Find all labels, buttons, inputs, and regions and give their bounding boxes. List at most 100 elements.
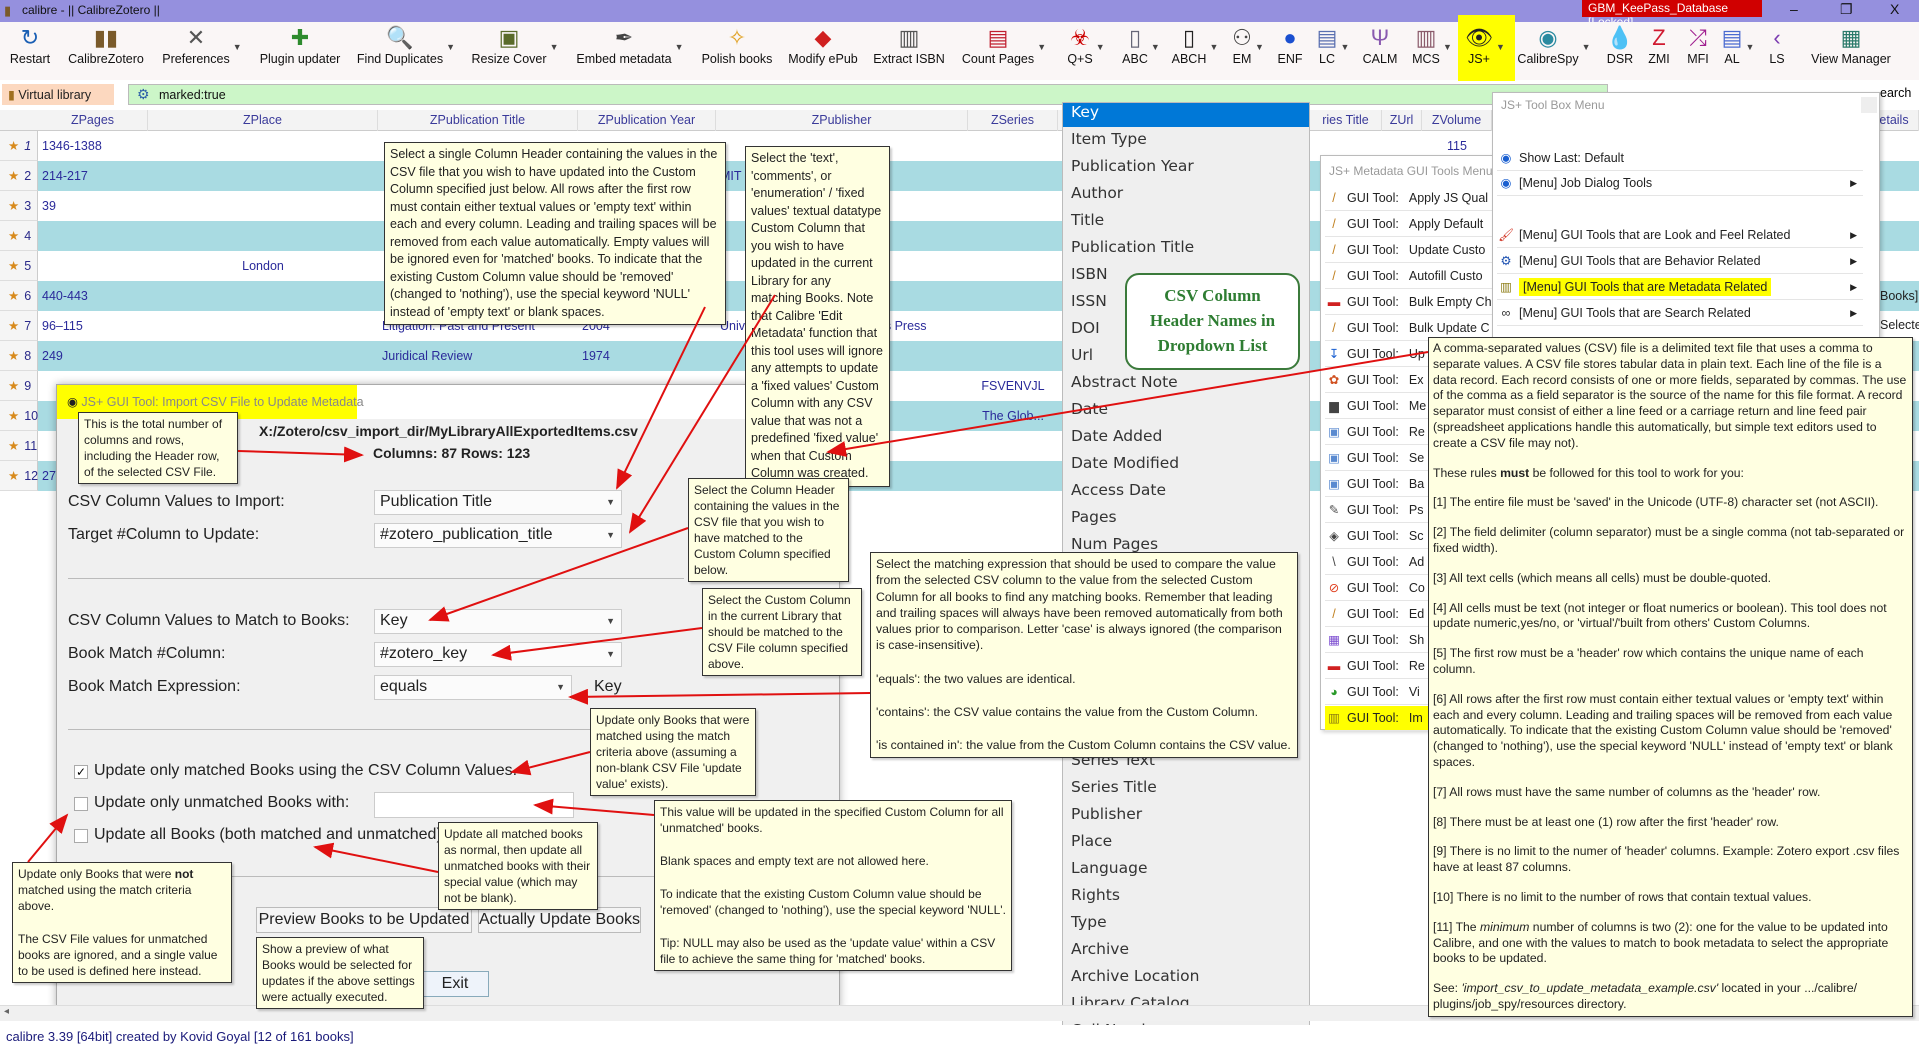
match-expression-select[interactable]: equals ▼ — [374, 675, 572, 700]
chevron-down-icon[interactable]: ▼ — [1151, 42, 1160, 52]
chevron-down-icon[interactable]: ▼ — [1496, 42, 1505, 52]
close-button[interactable]: X — [1890, 1, 1899, 17]
dropdown-option[interactable]: Archive — [1071, 940, 1129, 958]
matched-checkbox[interactable]: ✓ — [74, 765, 88, 779]
toolbox-menu-item[interactable]: 🖌 [Menu] GUI Tools that are Look and Feel… — [1497, 223, 1863, 248]
toolbar-button-al[interactable]: ▤ AL ▼ — [1722, 22, 1755, 80]
preview-button[interactable]: Preview Books to be Updated — [256, 907, 472, 933]
toolbar-button-mcs[interactable]: ▥ MCS ▼ — [1412, 22, 1452, 80]
chevron-down-icon[interactable]: ▼ — [675, 42, 684, 52]
menu-item-gui-tool[interactable]: / GUI Tool: Apply JS Qual — [1325, 186, 1497, 211]
chevron-down-icon[interactable]: ▼ — [550, 42, 559, 52]
dropdown-option[interactable]: Abstract Note — [1071, 373, 1178, 391]
toolbar-button-lc[interactable]: ▤ LC ▼ — [1317, 22, 1350, 80]
toolbar-button-extract-isbn[interactable]: ▥ Extract ISBN — [873, 22, 945, 80]
menu-item-gui-tool[interactable]: ▬ GUI Tool: Bulk Empty Ch — [1325, 290, 1497, 315]
dropdown-option[interactable]: ISSN — [1071, 292, 1107, 310]
csv-import-select[interactable]: Publication Title ▼ — [374, 490, 622, 515]
column-header[interactable]: ries Title — [1310, 110, 1382, 131]
virtual-library-button[interactable]: ▮ Virtual library — [2, 84, 114, 105]
dropdown-option[interactable]: Pages — [1071, 508, 1117, 526]
dropdown-option[interactable]: Type — [1071, 913, 1107, 931]
toolbar-button-abc[interactable]: ▯ ABC ▼ — [1122, 22, 1160, 80]
toolbox-menu-item[interactable]: ▥ [Menu] GUI Tools that are Metadata Rela… — [1497, 275, 1863, 300]
column-header[interactable]: ZVolume — [1422, 110, 1492, 131]
dropdown-option[interactable]: Language — [1071, 859, 1148, 877]
chevron-down-icon[interactable]: ▼ — [1096, 42, 1105, 52]
match-column-select[interactable]: #zotero_key ▼ — [374, 642, 622, 667]
chevron-down-icon[interactable]: ▼ — [233, 42, 242, 52]
chevron-down-icon[interactable]: ▼ — [1255, 42, 1264, 52]
toolbar-button-embed-metadata[interactable]: ✒ Embed metadata ▼ — [576, 22, 683, 80]
scroll-left-icon[interactable]: ◂ — [4, 1006, 9, 1017]
match-csv-select[interactable]: Key ▼ — [374, 609, 622, 634]
menu-item-gui-tool[interactable]: / GUI Tool: Autofill Custo — [1325, 264, 1497, 289]
toolbar-button-dsr[interactable]: 💧 DSR — [1606, 22, 1633, 80]
column-header[interactable]: ZPages — [38, 110, 148, 131]
update-button[interactable]: Actually Update Books — [478, 907, 641, 933]
toolbar-button-ls[interactable]: ‹ LS — [1769, 22, 1784, 80]
column-header[interactable]: ZPublication Year — [578, 110, 716, 131]
toolbar-button-polish-books[interactable]: ✧ Polish books — [702, 22, 773, 80]
toolbar-button-calibrespy[interactable]: ◉ CalibreSpy ▼ — [1517, 22, 1590, 80]
toolbar-button-enf[interactable]: ● ENF — [1278, 22, 1303, 80]
column-header[interactable]: ZPlace — [148, 110, 378, 131]
chevron-down-icon[interactable]: ▼ — [446, 42, 455, 52]
chevron-down-icon[interactable]: ▼ — [1443, 42, 1452, 52]
toolbox-menu-item[interactable]: ⚙ [Menu] GUI Tools that are Behavior Rela… — [1497, 249, 1863, 274]
menu-item-gui-tool[interactable]: / GUI Tool: Update Custo — [1325, 238, 1497, 263]
toolbar-button-q-s[interactable]: ☣ Q+S ▼ — [1067, 22, 1104, 80]
minimize-button[interactable]: – — [1790, 1, 1798, 17]
toolbar-button-mfi[interactable]: ⤮ MFI — [1687, 22, 1709, 80]
toolbar-button-find-duplicates[interactable]: 🔍 Find Duplicates ▼ — [357, 22, 455, 80]
dropdown-option[interactable]: Publisher — [1071, 805, 1142, 823]
column-header[interactable]: ZPublication Title — [378, 110, 578, 131]
dropdown-option[interactable]: Publication Year — [1071, 157, 1194, 175]
column-header[interactable]: ZUrl — [1382, 110, 1422, 131]
dropdown-option[interactable]: Url — [1071, 346, 1093, 364]
dropdown-option[interactable]: Num Pages — [1071, 535, 1158, 553]
menu-close-button[interactable] — [1861, 97, 1877, 113]
search-button-partial[interactable]: earch — [1880, 86, 1911, 100]
all-books-checkbox[interactable] — [74, 829, 88, 843]
dropdown-option[interactable]: Author — [1071, 184, 1123, 202]
dropdown-option[interactable]: Place — [1071, 832, 1112, 850]
toolbox-menu-item[interactable]: ∞ [Menu] GUI Tools that are Search Relate… — [1497, 301, 1863, 326]
dropdown-option[interactable]: DOI — [1071, 319, 1100, 337]
chevron-down-icon[interactable]: ▼ — [1037, 42, 1046, 52]
target-column-select[interactable]: #zotero_publication_title ▼ — [374, 523, 622, 548]
toolbar-button-calm[interactable]: Ψ CALM — [1363, 22, 1398, 80]
toolbar-button-zmi[interactable]: Z ZMI — [1648, 22, 1670, 80]
dropdown-option[interactable]: Publication Title — [1071, 238, 1194, 256]
toolbar-button-modify-epub[interactable]: ◆ Modify ePub — [788, 22, 857, 80]
toolbox-menu-item[interactable]: ◉ [Menu] Job Dialog Tools ▶ — [1497, 171, 1863, 196]
maximize-button[interactable]: ❐ — [1840, 1, 1853, 18]
toolbar-button-resize-cover[interactable]: ▣ Resize Cover ▼ — [471, 22, 558, 80]
dropdown-option[interactable]: Archive Location — [1071, 967, 1199, 985]
toolbar-button-calibrezotero[interactable]: ▮▮ CalibreZotero — [68, 22, 144, 80]
chevron-down-icon[interactable]: ▼ — [1745, 42, 1754, 52]
toolbar-button-restart[interactable]: ↻ Restart — [10, 22, 50, 80]
toolbar-button-view-manager[interactable]: ▦ View Manager — [1811, 22, 1891, 80]
toolbar-button-js-[interactable]: 👁 JS+ ▼ — [1465, 22, 1505, 80]
dropdown-option[interactable]: Date Added — [1071, 427, 1162, 445]
toolbar-button-em[interactable]: ⚇ EM ▼ — [1232, 22, 1264, 80]
toolbar-button-plugin-updater[interactable]: ✚ Plugin updater — [260, 22, 341, 80]
toolbar-button-abch[interactable]: ▯ ABCH ▼ — [1172, 22, 1219, 80]
menu-item-gui-tool[interactable]: / GUI Tool: Apply Default — [1325, 212, 1497, 237]
dropdown-option[interactable]: Series Title — [1071, 778, 1157, 796]
toolbar-button-preferences[interactable]: ✕ Preferences ▼ — [162, 22, 241, 80]
chevron-down-icon[interactable]: ▼ — [1209, 42, 1218, 52]
search-input[interactable]: ⚙ marked:true — [128, 84, 1608, 105]
dropdown-option[interactable]: Rights — [1071, 886, 1120, 904]
dropdown-option[interactable]: Date — [1071, 400, 1108, 418]
exit-button[interactable]: Exit — [421, 971, 489, 997]
toolbar-button-count-pages[interactable]: ▤ Count Pages ▼ — [962, 22, 1046, 80]
dropdown-option[interactable]: Item Type — [1071, 130, 1147, 148]
unmatched-value-input[interactable] — [374, 792, 574, 818]
column-header[interactable]: ZPublisher — [716, 110, 968, 131]
chevron-down-icon[interactable]: ▼ — [1582, 42, 1591, 52]
dropdown-option[interactable]: Key — [1071, 103, 1099, 121]
unmatched-checkbox[interactable] — [74, 797, 88, 811]
chevron-down-icon[interactable]: ▼ — [1340, 42, 1349, 52]
